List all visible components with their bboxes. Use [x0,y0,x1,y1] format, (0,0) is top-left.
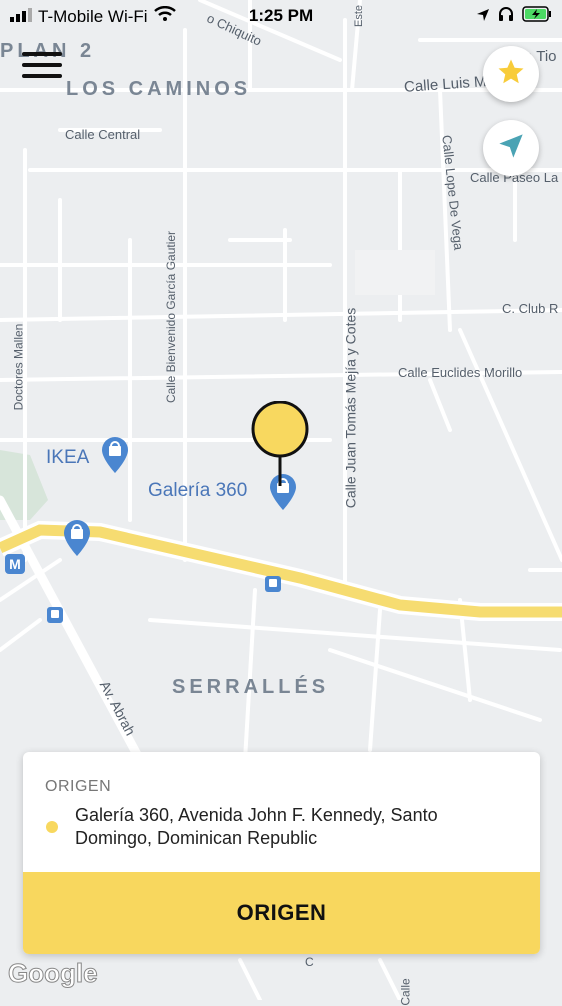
metro-icon: M [5,554,25,574]
google-logo: Google [8,958,99,989]
battery-icon [522,6,552,27]
street-label: Calle [398,978,413,1006]
location-services-icon [476,7,490,27]
street-label: C. Club R [502,301,559,316]
origin-section-label: ORIGEN [45,778,112,795]
street-label: Calle Euclides Morillo [398,365,523,380]
hamburger-icon[interactable] [22,52,62,82]
origin-card: ORIGEN Galería 360, Avenida John F. Kenn… [23,752,540,954]
street-label: Calle Juan Tomás Mejía y Cotes [342,307,359,509]
headphones-icon [498,6,514,27]
status-bar: T-Mobile Wi-Fi 1:25 PM [0,0,562,32]
bus-stop-icon [46,606,64,629]
menu-bar [22,52,62,56]
area-label-los-caminos: LOS CAMINOS [66,78,252,100]
shopping-bag-icon[interactable] [100,435,130,480]
favorites-button[interactable] [483,46,539,102]
origin-dot-icon [46,821,58,833]
origin-address[interactable]: Galería 360, Avenida John F. Kennedy, Sa… [75,804,505,850]
street-label: Calle Central [65,127,141,142]
shopping-bag-icon[interactable] [62,518,92,563]
area-label-serralles: SERRALLÉS [172,676,330,698]
street-label: C [305,955,314,969]
street-label: Doctores Mallen [11,323,26,411]
confirm-origin-button[interactable]: ORIGEN [23,872,540,954]
current-location-button[interactable] [483,120,539,176]
menu-bar [22,74,62,78]
navigation-arrow-icon [497,132,525,165]
star-icon [496,57,526,92]
poi-galeria-label[interactable]: Galería 360 [148,480,247,502]
poi-ikea-label[interactable]: IKEA [46,447,89,469]
location-pin-icon[interactable] [251,400,311,501]
bus-stop-icon [264,575,282,598]
street-label: Calle Bienvenido García Gautier [164,230,179,404]
menu-bar [22,63,62,67]
